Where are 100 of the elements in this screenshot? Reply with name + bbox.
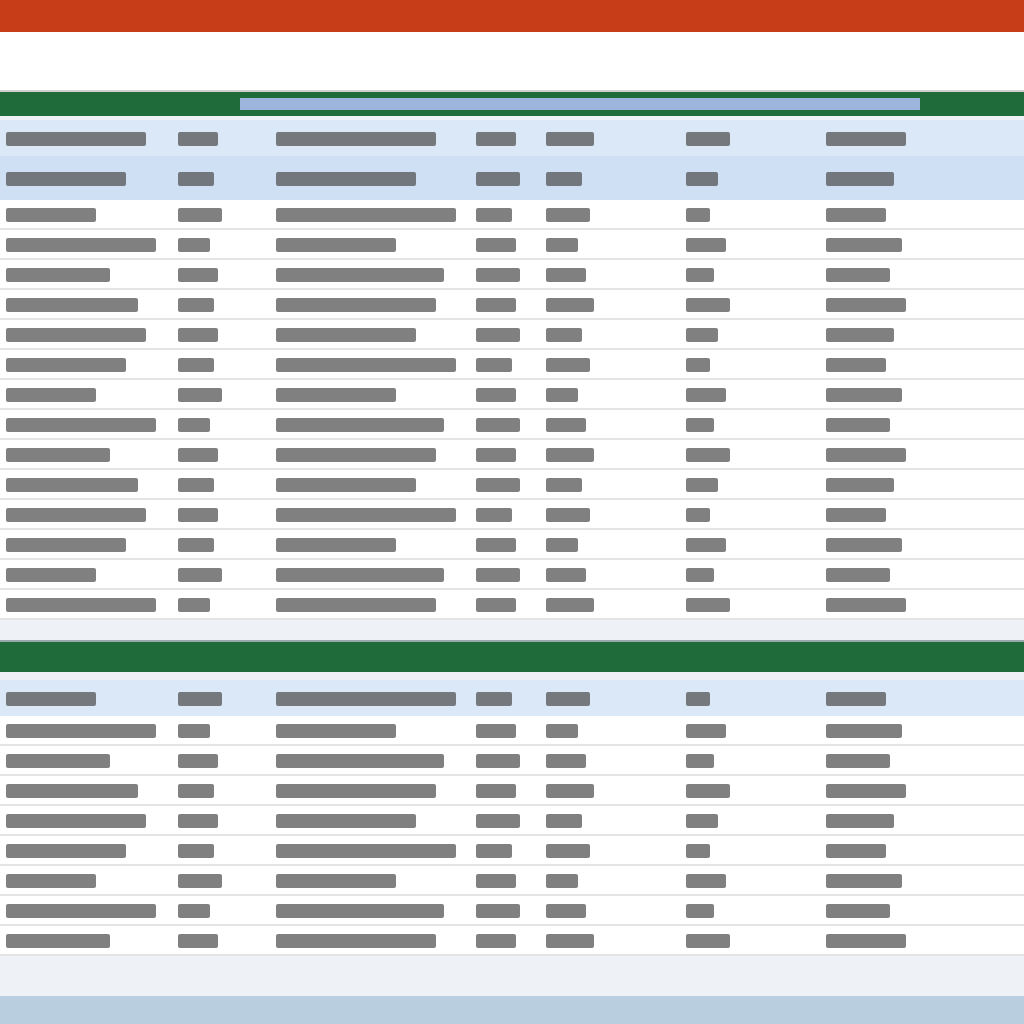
illegible-text <box>546 537 578 551</box>
illegible-text <box>476 447 516 461</box>
illegible-text <box>686 171 718 185</box>
illegible-text <box>686 597 730 611</box>
illegible-text <box>6 873 96 887</box>
illegible-text <box>178 207 222 221</box>
illegible-text <box>6 297 138 311</box>
illegible-text <box>178 417 210 431</box>
illegible-text <box>6 327 146 341</box>
illegible-text <box>686 447 730 461</box>
illegible-text <box>686 477 718 491</box>
illegible-text <box>826 691 886 705</box>
illegible-text <box>476 813 520 827</box>
illegible-text <box>276 723 396 737</box>
illegible-text <box>476 387 516 401</box>
illegible-text <box>546 843 590 857</box>
illegible-text <box>686 387 726 401</box>
illegible-text <box>546 723 578 737</box>
illegible-text <box>546 387 578 401</box>
illegible-text <box>546 903 586 917</box>
illegible-text <box>686 753 714 767</box>
illegible-text <box>6 477 138 491</box>
illegible-text <box>686 327 718 341</box>
illegible-text <box>546 507 590 521</box>
illegible-text <box>476 207 512 221</box>
illegible-text <box>6 843 126 857</box>
illegible-text <box>826 171 894 185</box>
illegible-text <box>476 507 512 521</box>
illegible-text <box>546 131 594 145</box>
illegible-text <box>826 873 902 887</box>
illegible-text <box>276 387 396 401</box>
illegible-text <box>546 933 594 947</box>
illegible-text <box>826 131 906 145</box>
illegible-text <box>476 477 520 491</box>
illegible-text <box>546 567 586 581</box>
illegible-text <box>826 813 894 827</box>
illegible-text <box>546 357 590 371</box>
illegible-text <box>178 813 218 827</box>
illegible-text <box>276 237 396 251</box>
illegible-text <box>826 537 902 551</box>
illegible-text <box>6 357 126 371</box>
illegible-text <box>178 387 222 401</box>
illegible-text <box>686 237 726 251</box>
illegible-text <box>826 417 890 431</box>
illegible-text <box>546 171 582 185</box>
illegible-text <box>276 873 396 887</box>
illegible-text <box>178 843 214 857</box>
illegible-text <box>6 267 110 281</box>
illegible-text <box>826 357 886 371</box>
illegible-text <box>178 507 218 521</box>
illegible-text <box>276 477 416 491</box>
illegible-text <box>826 783 906 797</box>
illegible-text <box>6 753 110 767</box>
illegible-text <box>178 327 218 341</box>
illegible-text <box>178 783 214 797</box>
illegible-text <box>686 357 710 371</box>
illegible-text <box>6 507 146 521</box>
illegible-text <box>476 327 520 341</box>
illegible-text <box>826 387 902 401</box>
illegible-text <box>6 207 96 221</box>
illegible-text <box>178 691 222 705</box>
illegible-text <box>686 207 710 221</box>
illegible-text <box>686 537 726 551</box>
illegible-text <box>686 903 714 917</box>
illegible-text <box>476 933 516 947</box>
illegible-text <box>178 131 218 145</box>
illegible-text <box>546 813 582 827</box>
illegible-text <box>178 903 210 917</box>
illegible-text <box>826 567 890 581</box>
illegible-text <box>686 131 730 145</box>
illegible-text <box>546 267 586 281</box>
illegible-text <box>826 597 906 611</box>
illegible-text <box>6 171 126 185</box>
illegible-text <box>546 417 586 431</box>
illegible-text <box>178 537 214 551</box>
illegible-text <box>6 783 138 797</box>
illegible-text <box>476 237 516 251</box>
illegible-text <box>546 691 590 705</box>
illegible-text <box>476 873 516 887</box>
illegible-text <box>826 237 902 251</box>
illegible-text <box>476 417 520 431</box>
illegible-text <box>178 567 222 581</box>
illegible-text <box>826 207 886 221</box>
illegible-text <box>686 783 730 797</box>
illegible-text <box>546 753 586 767</box>
illegible-text <box>826 753 890 767</box>
illegible-text <box>826 903 890 917</box>
illegible-text <box>178 237 210 251</box>
illegible-text <box>476 691 512 705</box>
illegible-text <box>826 933 906 947</box>
illegible-text <box>546 783 594 797</box>
illegible-text <box>546 597 594 611</box>
illegible-text <box>546 873 578 887</box>
illegible-text <box>6 813 146 827</box>
illegible-text <box>686 723 726 737</box>
illegible-text <box>476 297 516 311</box>
illegible-text <box>686 567 714 581</box>
illegible-text <box>686 267 714 281</box>
illegible-text <box>178 297 214 311</box>
illegible-text <box>546 327 582 341</box>
